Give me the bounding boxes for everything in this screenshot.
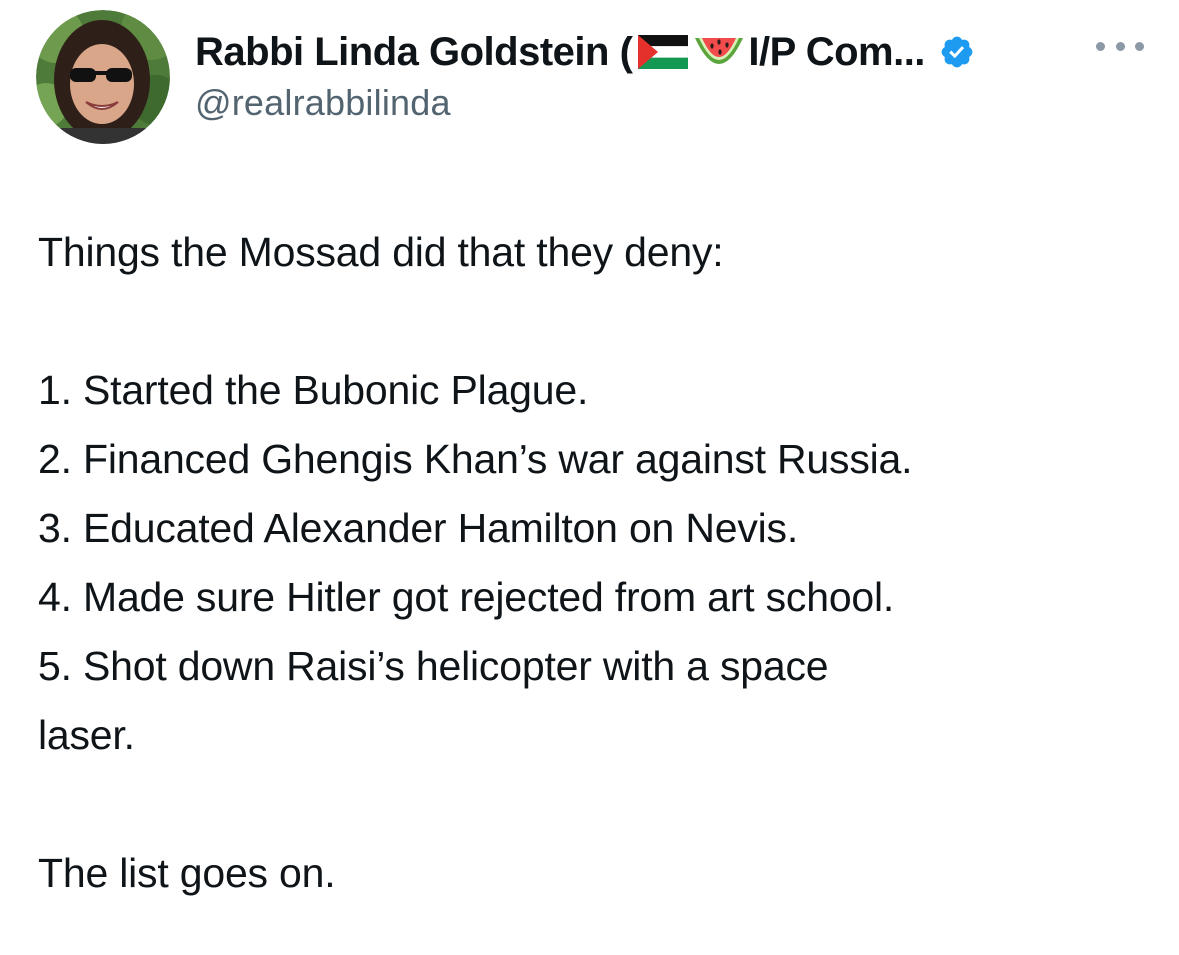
verified-badge-icon [941,36,973,68]
dot [1135,41,1144,51]
avatar[interactable] [36,10,170,144]
list-item-continuation: laser. [38,712,135,758]
author-name-row[interactable]: Rabbi Linda Goldstein ( I/P Com... [195,24,975,80]
display-name-suffix[interactable]: I/P Com... [748,30,925,75]
tweet-intro: Things the Mossad did that they deny: [38,229,724,275]
tweet-outro: The list goes on. [38,850,336,896]
display-name[interactable]: Rabbi Linda Goldstein ( [195,30,633,75]
list-item: 4. Made sure Hitler got rejected from ar… [38,574,895,620]
tweet: Rabbi Linda Goldstein ( I/P Com... @real… [0,0,1179,955]
palestinian-flag-icon [638,35,689,69]
dot [1115,41,1125,51]
author-handle[interactable]: @realrabbilinda [195,82,451,124]
list-item: 2. Financed Ghengis Khan’s war against R… [38,436,913,482]
watermelon-icon [695,38,744,64]
more-options-icon[interactable] [1096,34,1144,58]
dot [1096,41,1105,51]
tweet-text: Things the Mossad did that they deny: 1.… [38,218,1148,908]
list-item: 3. Educated Alexander Hamilton on Nevis. [38,505,799,551]
list-item: 1. Started the Bubonic Plague. [38,367,589,413]
list-item: 5. Shot down Raisi’s helicopter with a s… [38,643,829,689]
